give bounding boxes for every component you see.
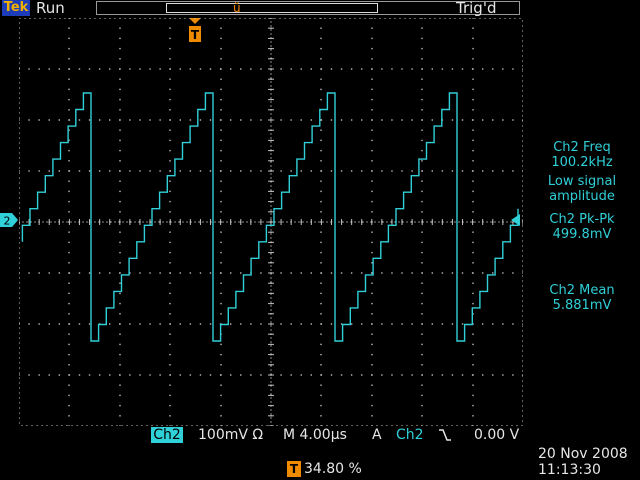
ch2-freq-value: 100.2kHz xyxy=(551,155,613,170)
trigger-position-value: 34.80 % xyxy=(304,461,362,477)
ch2-pkpk-value: 499.8mV xyxy=(552,227,612,242)
ch2-channel-badge[interactable]: Ch2 xyxy=(151,427,183,443)
acquisition-status: Run xyxy=(36,0,65,17)
ch2-mean-value: 5.881mV xyxy=(552,298,612,313)
graticule xyxy=(19,18,523,426)
tek-logo: Tek xyxy=(2,0,30,16)
trigger-position-badge-icon: T xyxy=(287,461,301,477)
ch2-freq-note-1: Low signal xyxy=(547,174,617,189)
ch2-pkpk-label: Ch2 Pk-Pk xyxy=(549,212,615,227)
trigger-level: 0.00 V xyxy=(474,427,520,443)
ch2-ground-marker[interactable]: 2 xyxy=(0,212,19,228)
oscilloscope-display[interactable] xyxy=(19,18,523,426)
svg-text:2: 2 xyxy=(4,215,11,228)
ch2-freq-label: Ch2 Freq xyxy=(553,140,611,155)
record-trigger-icon: ŭ xyxy=(233,1,241,15)
time-readout: 11:13:30 xyxy=(538,462,601,478)
date-readout: 20 Nov 2008 xyxy=(538,446,628,462)
ch2-freq-note-2: amplitude xyxy=(549,189,615,204)
trigger-mode: A xyxy=(372,427,382,443)
trigger-level-marker[interactable] xyxy=(510,214,520,226)
trigger-source: Ch2 xyxy=(396,427,424,443)
record-view-window xyxy=(166,3,378,13)
falling-edge-icon xyxy=(439,429,451,441)
trigger-status: Trig'd xyxy=(456,0,497,17)
horizontal-timebase: M 4.00µs xyxy=(283,427,347,443)
ch2-vertical-scale: 100mV Ω xyxy=(198,427,264,443)
ch2-mean-label: Ch2 Mean xyxy=(549,283,615,298)
